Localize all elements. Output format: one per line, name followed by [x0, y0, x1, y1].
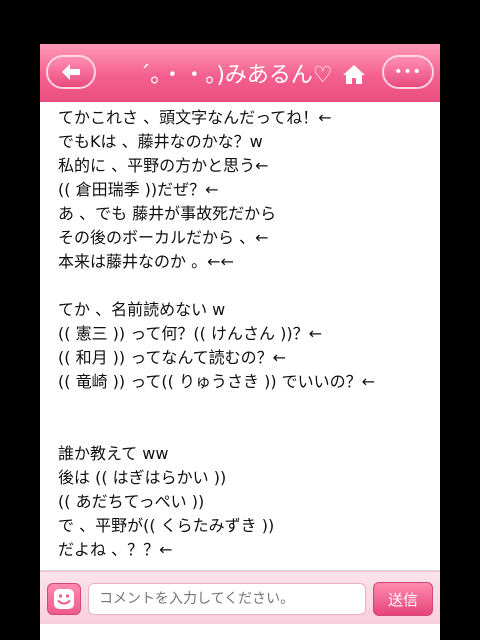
more-button[interactable]: •••	[382, 55, 434, 89]
bottom-area	[40, 624, 440, 640]
post-line: (( 倉田瑞季 ))だぜ？←	[58, 180, 219, 199]
post-line: 本来は藤井なのか 。←←	[58, 252, 234, 271]
post-line: でもKは 、藤井なのかな？w	[58, 132, 263, 151]
post-line: (( あだちてっぺい ))	[58, 492, 205, 511]
back-button[interactable]	[46, 55, 96, 89]
post-body: てかこれさ 、頭文字なんだってね！← でもKは 、藤井なのかな？w 私的に 、平…	[40, 102, 440, 570]
send-button[interactable]: 送信	[373, 582, 433, 616]
smiley-icon	[54, 589, 74, 609]
app-screen: ´｡・・｡)みあるん♡ ••• てかこれさ 、頭文字なんだってね！← でもKは …	[40, 44, 440, 640]
post-line: (( 憲三 )) って何？(( けんさん ))？←	[58, 324, 322, 343]
post-line: てかこれさ 、頭文字なんだってね！←	[58, 108, 332, 127]
post-line: 後は (( はぎはらかい ))	[58, 468, 227, 487]
post-line: 私的に 、平野の方かと思う←	[58, 156, 269, 175]
header-bar: ´｡・・｡)みあるん♡ •••	[40, 44, 440, 103]
post-line: で 、平野が(( くらたみずき ))	[58, 516, 275, 535]
post-line: だよね 、？？←	[58, 540, 173, 559]
comment-bar: 送信	[40, 571, 440, 624]
post-line: (( 和月 )) ってなんて読むの？←	[58, 348, 287, 367]
post-line: 誰か教えて ww	[58, 444, 169, 463]
emoji-button[interactable]	[47, 583, 81, 615]
post-line: その後のボーカルだから 、←	[58, 228, 269, 247]
post-line: (( 竜崎 )) って(( りゅうさき )) でいいの？←	[58, 372, 376, 391]
arrow-left-icon	[62, 64, 80, 80]
more-dots-icon: •••	[394, 64, 422, 80]
page-title: ´｡・・｡)みあるん♡	[139, 63, 333, 88]
post-line: てか 、名前読めない w	[58, 300, 226, 319]
post-line: あ 、でも 藤井が事故死だから	[58, 204, 277, 223]
home-icon[interactable]	[342, 63, 366, 85]
comment-input[interactable]	[88, 583, 366, 615]
